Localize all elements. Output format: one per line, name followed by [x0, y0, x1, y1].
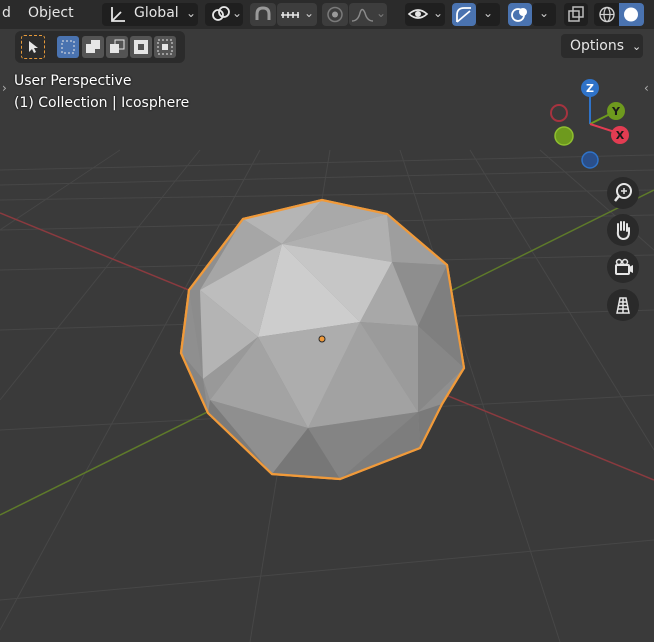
select-subtract-icon[interactable] [106, 36, 128, 58]
chevron-down-icon: ⌄ [433, 6, 444, 20]
viewport-header: d Object Global ⌄ ⌄ ⌄ ⌄ ⌄ ⌄ ⌄ [0, 0, 654, 29]
shading-mode-group [594, 3, 644, 26]
chevron-down-icon: ⌄ [376, 6, 387, 20]
gizmo-dropdown[interactable]: ⌄ [476, 3, 500, 26]
options-label: Options [570, 38, 625, 54]
neg-x-axis-handle[interactable] [550, 104, 568, 122]
snap-toggle[interactable] [250, 3, 276, 26]
proportional-edit-toggle[interactable] [322, 3, 348, 26]
proportional-falloff-icon [351, 8, 374, 22]
pan-hand-icon [616, 221, 630, 241]
origin-point [318, 335, 326, 343]
chevron-down-icon: ⌄ [483, 6, 494, 20]
camera-view-button[interactable] [607, 251, 639, 283]
overlay-icon [511, 8, 527, 22]
left-panel-toggle-icon[interactable]: › [2, 81, 7, 95]
select-box-icon[interactable] [21, 35, 45, 59]
select-extend-icon[interactable] [82, 36, 104, 58]
solid-shading-button[interactable] [619, 3, 644, 26]
overlay-dropdown[interactable]: ⌄ [532, 3, 556, 26]
3d-viewport[interactable]: Z Y X › ‹ [0, 29, 654, 642]
options-dropdown[interactable]: Options ⌄ [561, 34, 643, 58]
collection-label: (1) Collection | Icosphere [14, 95, 190, 111]
ortho-grid-icon [616, 297, 630, 314]
zoom-button[interactable] [607, 177, 639, 209]
neg-z-axis-handle[interactable] [581, 151, 599, 169]
right-panel-toggle-icon[interactable]: ‹ [644, 81, 649, 95]
zoom-icon [614, 183, 632, 202]
gizmo-toggle[interactable] [452, 3, 476, 26]
y-axis-label: Y [611, 105, 621, 118]
visibility-dropdown[interactable]: ⌄ [405, 3, 445, 26]
proportional-falloff-dropdown[interactable]: ⌄ [349, 3, 387, 26]
orientation-axes-icon [111, 7, 125, 22]
pan-button[interactable] [607, 214, 639, 246]
xray-toggle[interactable] [564, 3, 588, 26]
pivot-point-dropdown[interactable]: ⌄ [205, 3, 243, 26]
chevron-down-icon: ⌄ [632, 39, 642, 53]
proportional-edit-icon [327, 6, 343, 23]
neg-y-axis-handle[interactable] [554, 126, 574, 146]
visibility-eye-icon [407, 9, 429, 19]
chevron-down-icon: ⌄ [186, 6, 197, 20]
chevron-down-icon: ⌄ [304, 6, 315, 20]
wireframe-shading-icon[interactable] [595, 3, 619, 26]
object-menu[interactable]: Object [28, 5, 74, 21]
icosphere-object[interactable] [179, 198, 466, 481]
snap-icon [255, 6, 271, 20]
camera-view-icon [615, 258, 633, 275]
xray-icon [568, 6, 584, 22]
x-axis-label: X [616, 129, 625, 142]
partial-menu-label[interactable]: d [2, 5, 11, 21]
view-name: User Perspective [14, 73, 132, 89]
overlay-toggle[interactable] [508, 3, 532, 26]
solid-shading-icon [624, 7, 638, 22]
orientation-label: Global [134, 5, 179, 21]
select-invert-icon[interactable] [130, 36, 152, 58]
select-intersect-icon[interactable] [154, 36, 176, 58]
transform-orientation-dropdown[interactable]: Global ⌄ [102, 3, 198, 26]
chevron-down-icon: ⌄ [539, 6, 550, 20]
ortho-toggle-button[interactable] [607, 289, 639, 321]
pivot-point-icon [212, 6, 230, 21]
chevron-down-icon: ⌄ [232, 6, 243, 20]
navigation-gizmo[interactable]: Z Y X [550, 79, 629, 169]
snap-increment-icon [281, 12, 299, 18]
scene[interactable]: Z Y X › ‹ [0, 29, 654, 642]
z-axis-label: Z [586, 82, 594, 95]
gizmo-icon [456, 7, 471, 23]
snap-target-dropdown[interactable]: ⌄ [277, 3, 317, 26]
select-new-icon[interactable] [57, 36, 79, 58]
